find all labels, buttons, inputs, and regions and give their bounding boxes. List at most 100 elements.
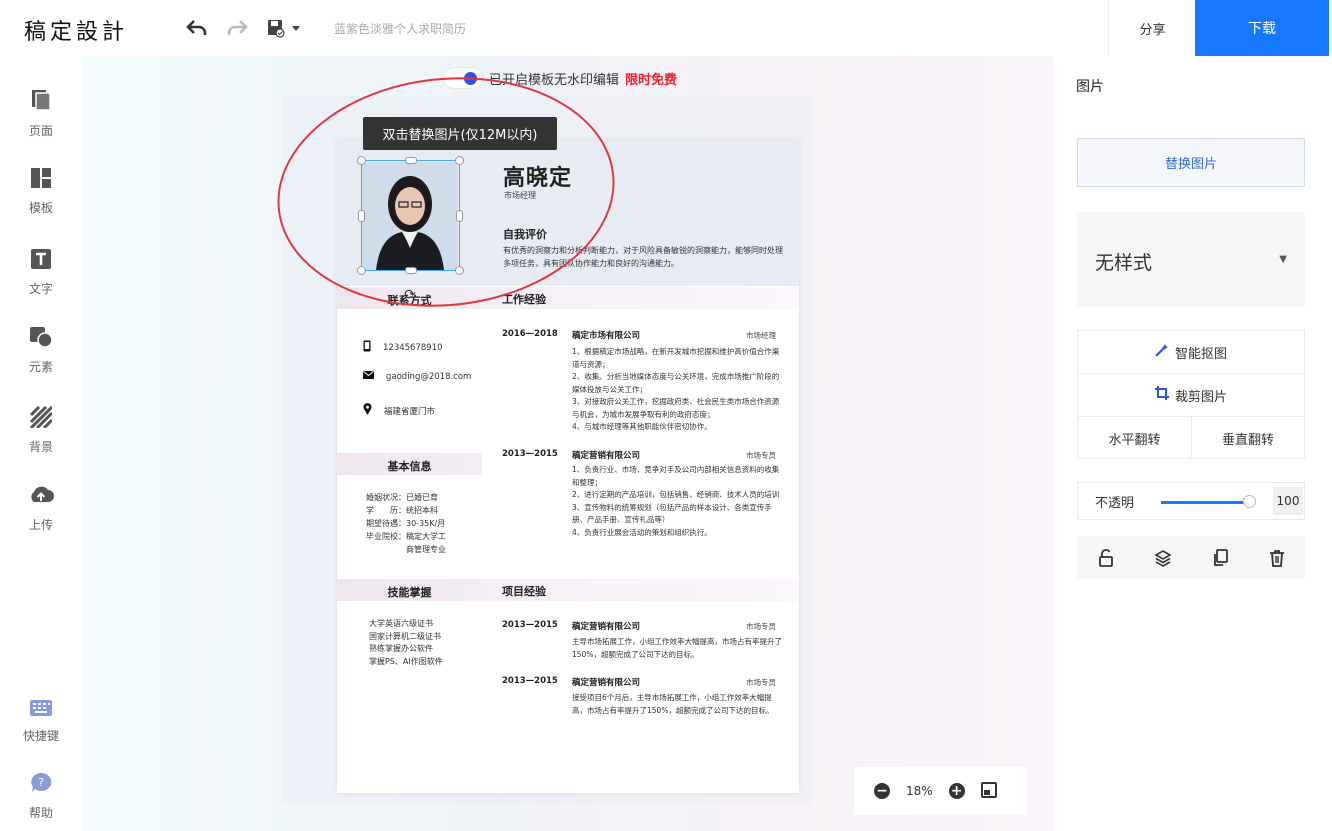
work-title[interactable]: 工作经验 <box>502 291 546 307</box>
sidebar-item-label: 上传 <box>28 518 53 532</box>
watermark-toggle[interactable] <box>443 67 483 89</box>
project-role[interactable]: 市场专员 <box>746 621 776 632</box>
basic-info-item: 毕业院校：稿定大学工 <box>366 532 446 541</box>
magic-wand-icon <box>1155 343 1169 361</box>
self-eval-text[interactable]: 有优秀的洞察力和分析判断能力，对于风险具备敏锐的洞察能力，能够同时处理多项任务，… <box>503 244 785 270</box>
resume-name[interactable]: 高晓定 <box>503 160 572 192</box>
email-text[interactable]: gaoding@2018.com <box>386 372 471 382</box>
chevron-down-icon: ▼ <box>1279 254 1287 265</box>
profile-photo[interactable] <box>362 162 458 270</box>
opacity-value[interactable]: 100 <box>1273 487 1303 515</box>
duplicate-icon[interactable] <box>1210 548 1230 568</box>
flip-horizontal-button[interactable]: 水平翻转 <box>1078 417 1191 459</box>
watermark-toggle-bar: 已开启模板无水印编辑 限时免费 <box>443 66 677 90</box>
image-tools: 智能抠图 裁剪图片 水平翻转 垂直翻转 <box>1077 330 1305 459</box>
cutout-button[interactable]: 智能抠图 <box>1078 331 1304 374</box>
flip-vertical-button[interactable]: 垂直翻转 <box>1191 417 1304 459</box>
unlock-icon[interactable] <box>1096 548 1116 568</box>
work-company[interactable]: 稿定市场有限公司 <box>572 329 640 341</box>
sidebar-item-background[interactable]: 背景 <box>0 405 82 455</box>
project-description[interactable]: 接受项目6个月后，主导市场拓展工作，小组工作效率大幅提高，市场占有率提升了150… <box>572 692 784 717</box>
phone-text[interactable]: 12345678910 <box>383 343 443 353</box>
work-desc-line: 4、与城市经理等其他职能伙伴密切协作。 <box>572 422 712 431</box>
work-desc-line: 2、进行定期的产品培训，包括销售、经销商、技术人员的培训 <box>572 490 780 499</box>
work-date[interactable]: 2016—2018 <box>502 329 558 339</box>
opacity-slider-handle[interactable] <box>1243 495 1256 508</box>
basic-info-item: 学 历：统招本科 <box>366 506 438 515</box>
phone-icon <box>363 340 371 355</box>
sidebar-item-pages[interactable]: 页面 <box>0 88 82 139</box>
mail-icon <box>363 371 374 382</box>
crop-button[interactable]: 裁剪图片 <box>1078 374 1304 417</box>
work-role[interactable]: 市场经理 <box>746 330 776 341</box>
project-role[interactable]: 市场专员 <box>746 677 776 688</box>
work-description[interactable]: 1、负责行业、市场、竞争对手及公司内部相关信息资料的收集和整理； 2、进行定期的… <box>572 464 784 539</box>
project-company[interactable]: 稿定营销有限公司 <box>572 676 640 688</box>
cutout-label: 智能抠图 <box>1174 346 1227 362</box>
location-pin-icon <box>363 403 372 418</box>
style-select-value: 无样式 <box>1095 252 1153 274</box>
address-text[interactable]: 福建省厦门市 <box>384 405 435 417</box>
contact-address: 福建省厦门市 <box>363 403 435 418</box>
work-desc-line: 2、收集、分析当地媒体态度与公关环境，完成市场推广阶段的媒体投放与公关工作； <box>572 372 780 394</box>
upload-icon <box>27 484 55 510</box>
document-title[interactable]: 蓝紫色淡雅个人求职简历 <box>334 20 466 37</box>
skill-item: 大学英语六级证书 <box>369 619 433 628</box>
template-icon <box>30 167 52 193</box>
share-button[interactable]: 分享 <box>1108 0 1196 56</box>
sidebar-item-text[interactable]: 文字 <box>0 248 82 297</box>
left-sidebar: 页面 模板 文字 元素 背景 上传 快捷键 ? 帮助 <box>0 56 82 831</box>
sidebar-item-upload[interactable]: 上传 <box>0 484 82 533</box>
basic-info-item: 期望待遇：30-35K/月 <box>366 519 446 528</box>
project-title[interactable]: 项目经验 <box>502 583 546 599</box>
basic-info-list[interactable]: 婚姻状况：已婚已育 学 历：统招本科 期望待遇：30-35K/月 毕业院校：稿定… <box>366 491 446 556</box>
project-company[interactable]: 稿定营销有限公司 <box>572 620 640 632</box>
work-date[interactable]: 2013—2015 <box>502 449 558 459</box>
rotate-icon[interactable]: ⟳ <box>402 287 418 303</box>
work-role[interactable]: 市场专员 <box>746 450 776 461</box>
fit-screen-icon[interactable] <box>980 781 997 801</box>
help-label: 帮助 <box>28 806 53 820</box>
image-actions <box>1077 536 1305 579</box>
download-button[interactable]: 下载 <box>1195 0 1329 56</box>
work-description[interactable]: 1、根据稿定市场战略，在新开发城市挖掘和维护高价值合作渠道与资源； 2、收集、分… <box>572 346 784 434</box>
zoom-bar: − 18% + <box>854 767 1026 815</box>
top-header: 稿定設計 蓝紫色淡雅个人求职简历 分享 下载 <box>0 0 1332 56</box>
style-select[interactable]: 无样式 ▼ <box>1077 212 1305 306</box>
work-desc-line: 3、对接政府公关工作，挖掘政府类、社会民生类市场合作资源与机会，为城市发展争取有… <box>572 397 780 419</box>
sidebar-item-label: 页面 <box>28 124 53 138</box>
save-dropdown-icon[interactable] <box>265 16 305 40</box>
replace-image-tooltip: 双击替换图片(仅12M以内) <box>363 117 557 150</box>
basic-info-title[interactable]: 基本信息 <box>337 458 482 474</box>
redo-icon[interactable] <box>225 16 249 40</box>
skills-title[interactable]: 技能掌握 <box>337 584 482 600</box>
zoom-out-icon[interactable]: − <box>874 783 890 799</box>
crop-icon <box>1154 386 1169 404</box>
trash-icon[interactable] <box>1267 548 1287 568</box>
shortcut-button[interactable]: 快捷键 <box>0 699 82 744</box>
app-root: 稿定設計 蓝紫色淡雅个人求职简历 分享 下载 页面 模板 文字 元素 背景 上传… <box>0 0 1332 831</box>
project-date[interactable]: 2013—2015 <box>502 620 558 630</box>
keyboard-icon <box>29 699 53 721</box>
skills-list[interactable]: 大学英语六级证书 国家计算机二级证书 熟练掌握办公软件 掌握PS、AI作图软件 <box>369 618 443 668</box>
app-logo[interactable]: 稿定設計 <box>24 14 128 46</box>
sidebar-item-element[interactable]: 元素 <box>0 326 82 375</box>
skill-item: 熟练掌握办公软件 <box>369 644 433 653</box>
project-date[interactable]: 2013—2015 <box>502 676 558 686</box>
svg-text:?: ? <box>38 776 44 789</box>
sidebar-item-template[interactable]: 模板 <box>0 167 82 216</box>
undo-icon[interactable] <box>185 16 209 40</box>
replace-image-button[interactable]: 替换图片 <box>1077 138 1305 187</box>
opacity-slider[interactable] <box>1161 501 1249 504</box>
sidebar-item-label: 背景 <box>28 440 53 454</box>
zoom-in-icon[interactable]: + <box>948 783 965 799</box>
work-company[interactable]: 稿定营销有限公司 <box>572 449 640 461</box>
resume-page[interactable]: 高晓定 市场经理 自我评价 有优秀的洞察力和分析判断能力，对于风险具备敏锐的洞察… <box>337 140 799 793</box>
help-button[interactable]: ? 帮助 <box>0 772 82 821</box>
resume-role[interactable]: 市场经理 <box>504 190 536 201</box>
project-description[interactable]: 主导市场拓展工作，小组工作效率大幅提高，市场占有率提升了150%，超额完成了公司… <box>572 636 784 661</box>
work-desc-line: 1、负责行业、市场、竞争对手及公司内部相关信息资料的收集和整理； <box>572 465 780 487</box>
basic-info-item: 婚姻状况：已婚已育 <box>366 493 438 502</box>
self-eval-title[interactable]: 自我评价 <box>503 226 547 242</box>
layer-order-icon[interactable] <box>1153 548 1173 568</box>
